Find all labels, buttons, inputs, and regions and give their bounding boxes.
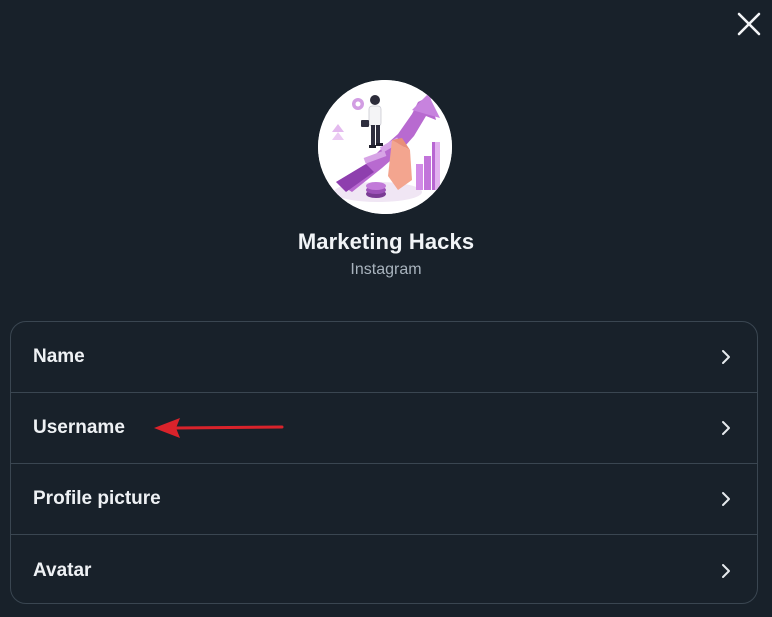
close-icon (737, 12, 761, 36)
avatar (318, 80, 452, 214)
account-menu: Name Username Profile picture Avatar (10, 321, 758, 604)
menu-item-avatar[interactable]: Avatar (11, 535, 757, 603)
chevron-right-icon (717, 562, 735, 580)
account-name: Marketing Hacks (297, 229, 475, 254)
menu-item-label: Avatar (33, 559, 92, 581)
account-platform: Instagram (350, 261, 422, 278)
menu-item-username[interactable]: Username (11, 393, 757, 464)
chevron-right-icon (717, 419, 735, 437)
close-button[interactable] (736, 11, 762, 37)
menu-item-label: Username (33, 417, 125, 438)
menu-item-label: Name (33, 346, 85, 367)
chevron-right-icon (717, 490, 735, 508)
menu-item-label: Profile picture (33, 488, 161, 509)
menu-item-name[interactable]: Name (11, 322, 757, 393)
marketing-growth-illustration (318, 80, 452, 214)
menu-item-profile-picture[interactable]: Profile picture (11, 464, 757, 535)
chevron-right-icon (717, 348, 735, 366)
